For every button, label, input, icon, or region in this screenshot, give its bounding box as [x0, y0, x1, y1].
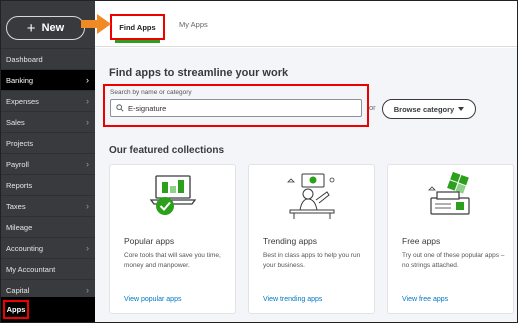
plus-icon: + — [26, 19, 36, 37]
sidebar-item-label: Dashboard — [6, 54, 43, 64]
card-description: Core tools that will save you time, mone… — [124, 252, 221, 269]
person-desk-illustration — [249, 165, 374, 225]
page-title: Find apps to streamline your work — [109, 67, 289, 79]
search-highlight-box: Search by name or category — [103, 84, 369, 127]
browse-category-label: Browse category — [393, 104, 455, 114]
sidebar-item-label: Accounting — [6, 243, 44, 253]
new-button-label: New — [41, 22, 65, 34]
card-title: Free apps — [402, 236, 441, 246]
card-title: Popular apps — [124, 236, 175, 246]
main-content: Find apps to streamline your work Search… — [95, 48, 517, 322]
sidebar-item-label: Capital — [6, 285, 30, 295]
view-trending-apps-link[interactable]: View trending apps — [263, 296, 322, 303]
view-popular-apps-link[interactable]: View popular apps — [124, 296, 181, 303]
sidebar-item-reports[interactable]: Reports — [1, 174, 95, 195]
caret-down-icon — [458, 107, 465, 111]
sidebar-item-expenses[interactable]: Expenses › — [1, 90, 95, 111]
search-label: Search by name or category — [110, 89, 192, 96]
tab-my-apps[interactable]: My Apps — [179, 20, 208, 29]
collection-card-trending[interactable]: Trending apps Best in class apps to help… — [248, 164, 375, 314]
or-text: or — [369, 103, 376, 112]
tab-bar: Find Apps My Apps — [95, 1, 517, 47]
new-button[interactable]: + New — [6, 16, 85, 40]
orange-arrow-icon — [81, 14, 111, 34]
sidebar-item-mileage[interactable]: Mileage — [1, 216, 95, 237]
sidebar-item-banking[interactable]: Banking › — [1, 69, 95, 90]
card-title: Trending apps — [263, 236, 318, 246]
sidebar-item-sales[interactable]: Sales › — [1, 111, 95, 132]
sidebar-item-label: Projects — [6, 138, 34, 148]
app-window: + New Dashboard Banking › Expenses › Sales › Pr… — [0, 0, 518, 323]
sidebar-item-label: Mileage — [6, 222, 33, 232]
sidebar-item-apps[interactable]: Apps — [1, 297, 95, 322]
tab-label: Find Apps — [119, 22, 156, 32]
sidebar-item-dashboard[interactable]: Dashboard — [1, 48, 95, 69]
sidebar-item-label: Apps — [6, 305, 26, 314]
search-field[interactable] — [110, 99, 362, 117]
laptop-checkmark-illustration — [110, 165, 235, 225]
sidebar-item-label: My Accountant — [6, 264, 56, 274]
featured-collections-title: Our featured collections — [109, 145, 225, 156]
sidebar-item-label: Taxes — [6, 201, 26, 211]
search-input[interactable] — [128, 103, 348, 113]
chevron-right-icon: › — [86, 159, 89, 169]
sidebar-item-label: Payroll — [6, 159, 29, 169]
sidebar-item-my-accountant[interactable]: My Accountant — [1, 258, 95, 279]
sidebar-item-label: Reports — [6, 180, 33, 190]
collection-card-free[interactable]: Free apps Try out one of these popular a… — [387, 164, 514, 314]
sidebar-item-taxes[interactable]: Taxes › — [1, 195, 95, 216]
sidebar-item-projects[interactable]: Projects — [1, 132, 95, 153]
sidebar-item-label: Expenses — [6, 96, 39, 106]
active-tab-indicator — [115, 40, 160, 43]
chevron-right-icon: › — [86, 75, 89, 85]
card-description: Best in class apps to help you run your … — [263, 252, 361, 269]
sidebar-item-accounting[interactable]: Accounting › — [1, 237, 95, 258]
sidebar: + New Dashboard Banking › Expenses › Sales › Pr… — [1, 1, 95, 322]
sidebar-item-payroll[interactable]: Payroll › — [1, 153, 95, 174]
sidebar-item-label: Banking — [6, 75, 34, 85]
tab-find-apps[interactable]: Find Apps — [110, 14, 165, 43]
sidebar-nav: Dashboard Banking › Expenses › Sales › Projects… — [1, 48, 95, 300]
chevron-right-icon: › — [86, 96, 89, 106]
sidebar-item-label: Sales — [6, 117, 25, 127]
chevron-right-icon: › — [86, 285, 89, 295]
chevron-right-icon: › — [86, 243, 89, 253]
view-free-apps-link[interactable]: View free apps — [402, 296, 448, 303]
search-icon — [116, 104, 124, 112]
apps-highlight-box: Apps — [3, 300, 29, 319]
card-description: Try out one of these popular apps – no s… — [402, 252, 505, 269]
chevron-right-icon: › — [86, 201, 89, 211]
chevron-right-icon: › — [86, 117, 89, 127]
collection-card-popular[interactable]: Popular apps Core tools that will save y… — [109, 164, 236, 314]
browse-category-button[interactable]: Browse category — [382, 99, 476, 119]
register-gift-illustration — [388, 165, 513, 225]
